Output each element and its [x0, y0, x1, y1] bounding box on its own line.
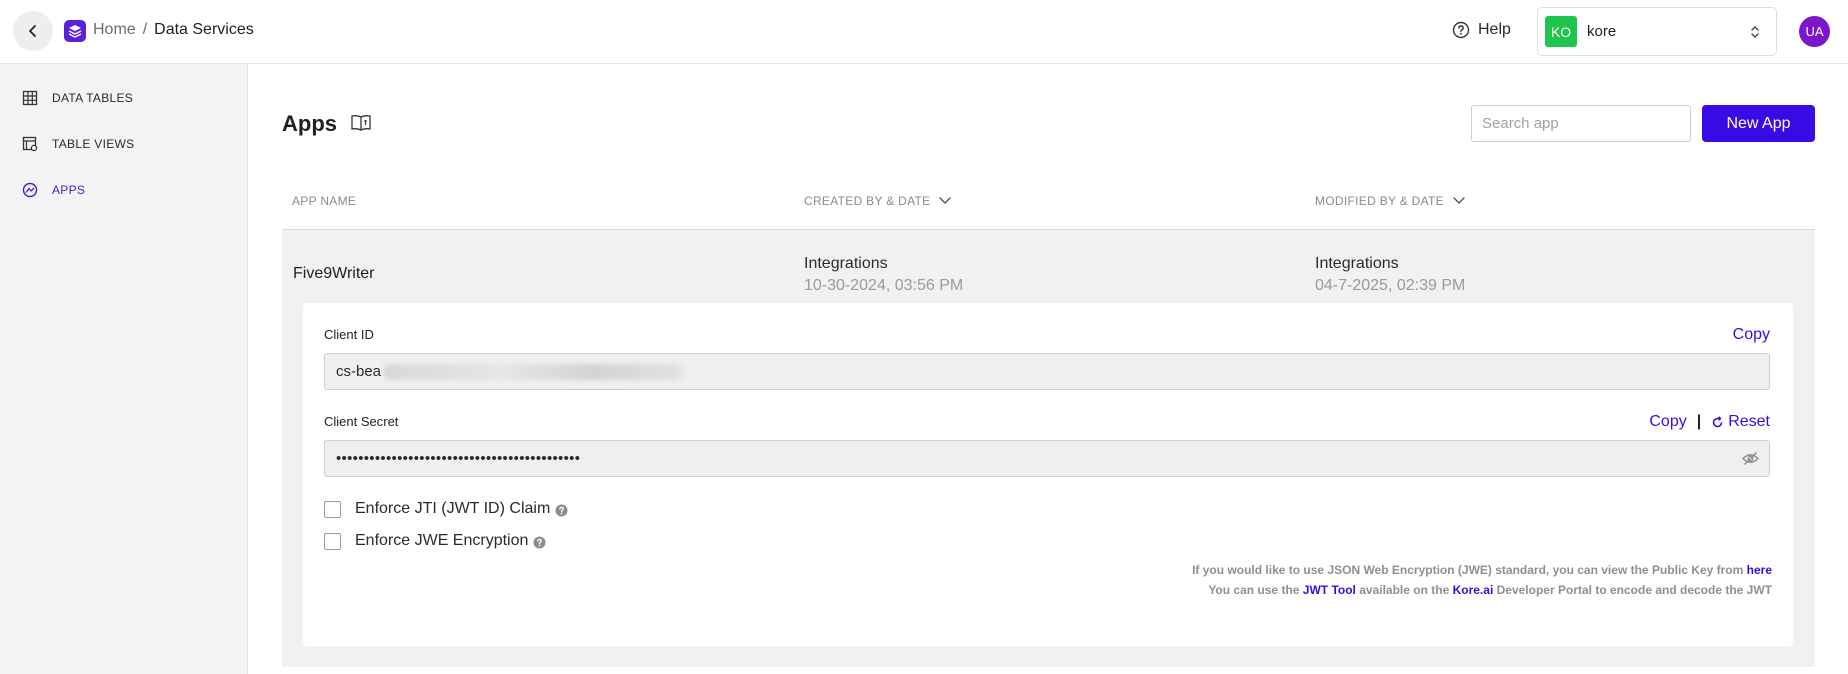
client-id-value: cs-bea — [336, 363, 382, 380]
table-view-icon — [22, 136, 38, 152]
column-header-label: CREATED BY & DATE — [804, 194, 931, 208]
client-id-label: Client ID — [324, 327, 374, 342]
reset-icon — [1712, 415, 1723, 427]
new-app-button[interactable]: New App — [1702, 105, 1815, 142]
client-secret-value: ••••••••••••••••••••••••••••••••••••••••… — [336, 450, 581, 467]
table-grid-icon — [22, 90, 38, 106]
jwe-public-key-note: If you would like to use JSON Web Encryp… — [1192, 563, 1772, 577]
sidebar-item-apps[interactable]: APPS — [22, 182, 85, 198]
client-secret-actions: Copy | Reset — [1649, 413, 1770, 431]
breadcrumb-home-link[interactable]: Home — [93, 21, 136, 39]
column-header-modified[interactable]: MODIFIED BY & DATE — [1315, 194, 1466, 208]
enforce-jwe-option: Enforce JWE Encryption — [324, 532, 546, 550]
created-date: 10-30-2024, 03:56 PM — [804, 277, 964, 294]
help-label: Help — [1478, 21, 1511, 38]
chevron-left-icon — [29, 25, 36, 37]
enforce-jti-checkbox[interactable] — [324, 500, 341, 518]
enforce-jti-option: Enforce JTI (JWT ID) Claim — [324, 500, 568, 518]
main-content: Apps New App APP NAME CREATED BY & DATE … — [249, 64, 1848, 674]
modified-by: Integrations — [1315, 255, 1399, 272]
client-secret-label: Client Secret — [324, 414, 399, 429]
reset-label: Reset — [1728, 413, 1770, 430]
sidebar: DATA TABLES TABLE VIEWS APPS — [0, 64, 248, 674]
enforce-jwe-label: Enforce JWE Encryption — [355, 532, 529, 549]
app-name[interactable]: Five9Writer — [293, 265, 375, 283]
jwt-tool-link[interactable]: JWT Tool — [1303, 583, 1356, 597]
search-input[interactable] — [1482, 115, 1681, 132]
note-text: If you would like to use JSON Web Encryp… — [1192, 563, 1747, 577]
question-mark-icon[interactable] — [555, 504, 568, 517]
public-key-here-link[interactable]: here — [1747, 563, 1772, 577]
app-detail-panel: Client ID Copy cs-bea Client Secret Copy… — [303, 303, 1793, 646]
column-header-label: APP NAME — [292, 194, 357, 208]
account-name: kore — [1587, 23, 1617, 40]
chevron-down-icon — [1453, 197, 1465, 204]
client-id-redacted — [383, 363, 684, 380]
breadcrumb-current: Data Services — [154, 21, 254, 38]
note-text: Developer Portal to encode and decode th… — [1493, 583, 1772, 597]
enforce-jwe-checkbox[interactable] — [324, 532, 341, 550]
book-open-icon[interactable] — [350, 114, 372, 132]
created-by: Integrations — [804, 255, 888, 272]
top-bar: Home / Data Services Help KO kore UA — [0, 0, 1848, 64]
apps-icon — [22, 182, 38, 198]
sidebar-item-label: DATA TABLES — [52, 91, 134, 105]
data-services-logo-icon — [64, 20, 86, 42]
search-box[interactable] — [1471, 105, 1691, 142]
note-text: You can use the — [1208, 583, 1303, 597]
sidebar-item-table-views[interactable]: TABLE VIEWS — [22, 136, 134, 152]
eye-off-icon[interactable] — [1742, 451, 1759, 466]
note-text: available on the — [1355, 583, 1453, 597]
back-button[interactable] — [13, 11, 53, 51]
help-circle-icon — [1452, 21, 1470, 39]
column-header-app-name: APP NAME — [292, 194, 356, 208]
client-id-field[interactable]: cs-bea — [324, 353, 1770, 390]
sidebar-item-label: APPS — [52, 183, 86, 197]
question-mark-icon[interactable] — [533, 536, 546, 549]
help-button[interactable]: Help — [1452, 21, 1511, 39]
sidebar-item-data-tables[interactable]: DATA TABLES — [22, 90, 133, 106]
created-info: Integrations 10-30-2024, 03:56 PM — [804, 255, 963, 295]
breadcrumb: Home / Data Services — [93, 21, 254, 39]
client-secret-reset-button[interactable]: Reset — [1711, 413, 1770, 431]
chevron-down-icon — [939, 197, 952, 204]
client-secret-field[interactable]: ••••••••••••••••••••••••••••••••••••••••… — [324, 440, 1770, 477]
column-header-created[interactable]: CREATED BY & DATE — [804, 194, 952, 208]
modified-info: Integrations 04-7-2025, 02:39 PM — [1315, 255, 1465, 295]
table-row[interactable]: Five9Writer Integrations 10-30-2024, 03:… — [282, 230, 1815, 667]
breadcrumb-separator: / — [142, 21, 148, 38]
user-avatar[interactable]: UA — [1799, 16, 1830, 47]
enforce-jti-label: Enforce JTI (JWT ID) Claim — [355, 500, 551, 517]
account-badge: KO — [1545, 16, 1577, 47]
page-title: Apps — [282, 111, 337, 136]
account-switcher[interactable]: KO kore — [1537, 7, 1777, 56]
chevron-up-down-icon — [1751, 25, 1759, 38]
jwt-tool-note: You can use the JWT Tool available on th… — [1208, 583, 1772, 597]
client-id-copy-button[interactable]: Copy — [1733, 326, 1770, 344]
client-secret-copy-button[interactable]: Copy — [1649, 413, 1686, 431]
modified-date: 04-7-2025, 02:39 PM — [1315, 277, 1466, 294]
kore-ai-link[interactable]: Kore.ai — [1453, 583, 1494, 597]
sidebar-item-label: TABLE VIEWS — [52, 137, 135, 151]
action-divider: | — [1696, 413, 1702, 430]
column-header-label: MODIFIED BY & DATE — [1315, 194, 1444, 208]
